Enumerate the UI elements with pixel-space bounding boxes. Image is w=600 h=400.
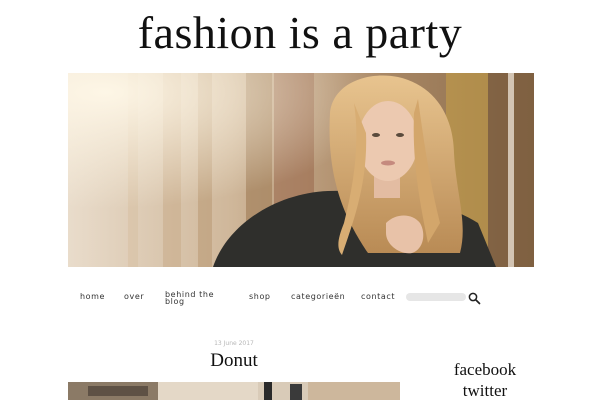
post-image-illustration [68,382,400,400]
search-icon[interactable] [468,290,481,305]
nav-item-categorieen[interactable]: categorieën [291,293,345,301]
sidebar-link-twitter[interactable]: twitter [430,381,540,400]
blog-page: fashion is a party home over behind the … [0,0,600,400]
post-title[interactable]: Donut [68,350,400,372]
nav-item-shop[interactable]: shop [249,293,271,301]
header-photo-illustration [68,73,534,267]
nav-item-over[interactable]: over [124,293,144,301]
nav-item-contact[interactable]: contact [361,293,395,301]
post-date: 13 June 2017 [214,340,254,347]
search-input[interactable] [406,293,466,301]
sidebar-link-facebook[interactable]: facebook [430,360,540,380]
post-image[interactable] [68,382,400,400]
blog-title[interactable]: fashion is a party [0,6,600,59]
main-navigation: home over behind the blog shop categorie… [68,289,534,309]
nav-item-home[interactable]: home [80,293,105,301]
header-photo[interactable] [68,73,534,267]
nav-item-behind-the-blog[interactable]: behind the blog [165,291,225,306]
